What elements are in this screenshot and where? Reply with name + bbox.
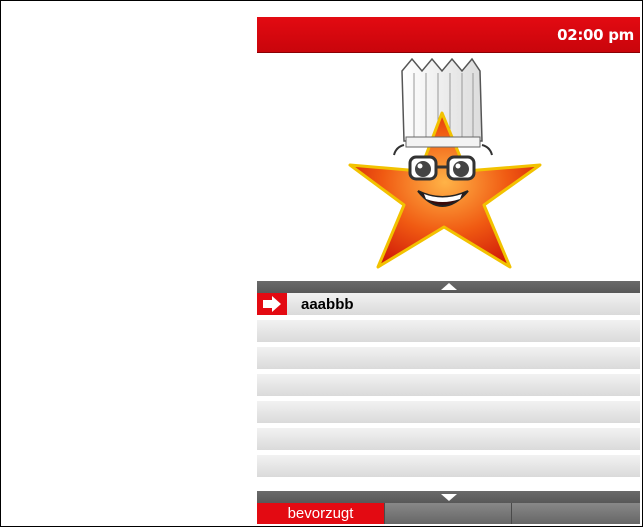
list-item[interactable] — [257, 401, 640, 423]
list-item[interactable] — [257, 347, 640, 369]
scroll-down-button[interactable] — [257, 491, 640, 503]
list-item[interactable] — [257, 374, 640, 396]
arrow-right-icon — [263, 296, 281, 312]
status-bar: 02:00 pm — [257, 17, 640, 53]
list-item[interactable] — [257, 455, 640, 477]
list-item-label: aaabbb — [301, 296, 354, 313]
chef-star-mascot-icon — [348, 57, 542, 269]
mascot-area — [257, 53, 640, 280]
list-item[interactable]: aaabbb — [257, 293, 640, 315]
menu-list: aaabbb — [257, 293, 640, 491]
arrow-down-icon — [441, 494, 457, 501]
list-item[interactable] — [257, 320, 640, 342]
bottom-tab-bar: bevorzugt — [257, 503, 640, 524]
tab-3[interactable] — [512, 503, 640, 524]
tab-bevorzugt[interactable]: bevorzugt — [257, 503, 385, 524]
arrow-up-icon — [441, 283, 457, 290]
scroll-up-button[interactable] — [257, 281, 640, 293]
tab-2[interactable] — [385, 503, 512, 524]
list-item[interactable] — [257, 428, 640, 450]
clock-time: 02:00 pm — [557, 26, 634, 44]
device-screen: 02:00 pm aaabbb bevorzugt — [257, 17, 640, 524]
selection-arrow — [257, 293, 287, 315]
